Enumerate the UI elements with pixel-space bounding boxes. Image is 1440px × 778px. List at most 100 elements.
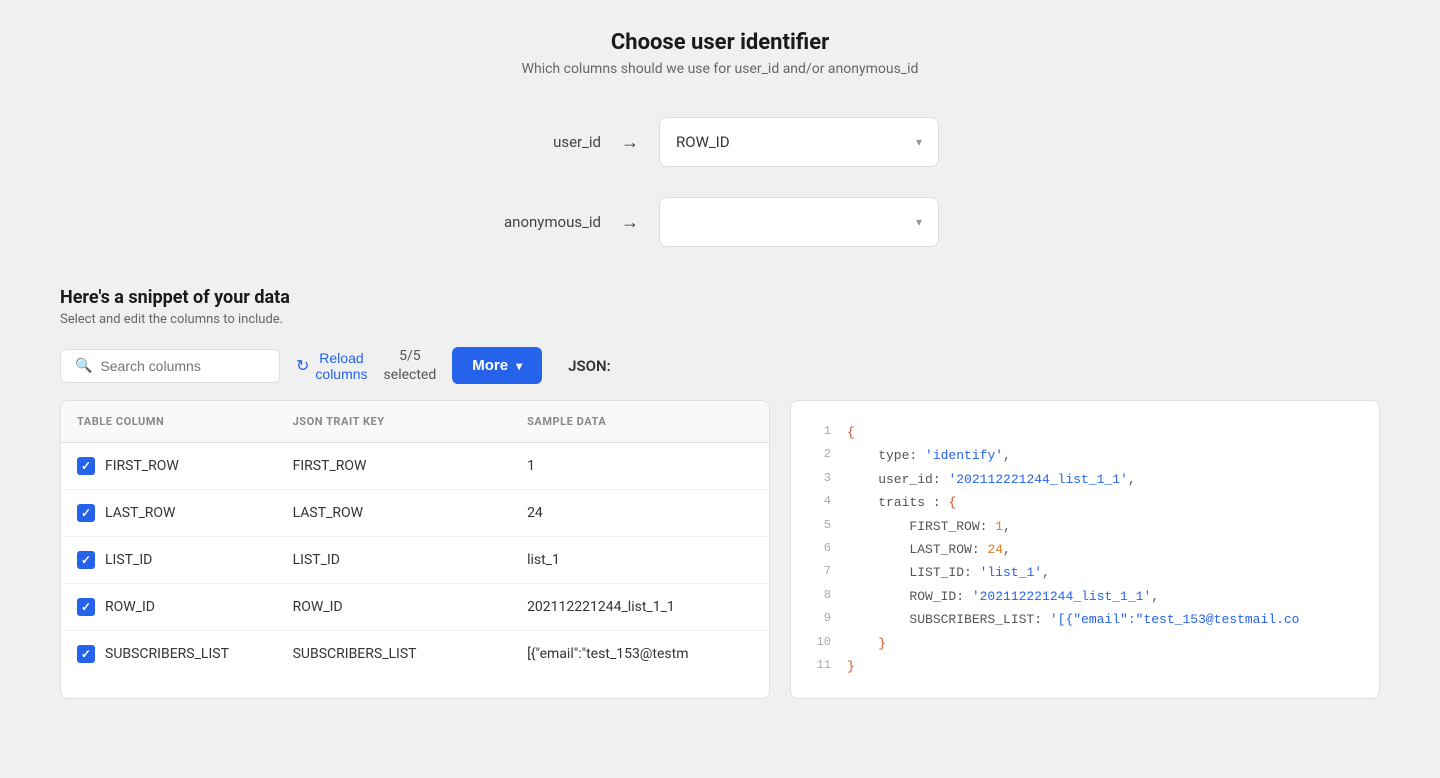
json-line: 9 SUBSCRIBERS_LIST: '[{"email":"test_153… [811,608,1359,631]
user-id-label: user_id [501,133,601,151]
data-table: TABLE COLUMN JSON TRAIT KEY SAMPLE DATA … [61,401,769,677]
line-number: 11 [811,655,831,678]
page: Choose user identifier Which columns sho… [0,0,1440,778]
line-number: 5 [811,515,831,538]
table-cell-sample: 202112221244_list_1_1 [511,584,769,631]
anonymous-id-label: anonymous_id [501,213,601,231]
table-cell-trait: ROW_ID [277,584,511,631]
json-line: 1{ [811,421,1359,444]
page-subtitle: Which columns should we use for user_id … [60,61,1380,77]
json-content: } [847,632,886,655]
table-row: ROW_ID ROW_ID 202112221244_list_1_1 [61,584,769,631]
table-cell-column: LIST_ID [61,537,277,584]
table-header-row: TABLE COLUMN JSON TRAIT KEY SAMPLE DATA [61,401,769,443]
more-label: More [472,357,508,374]
json-content: SUBSCRIBERS_LIST: '[{"email":"test_153@t… [847,608,1299,631]
data-table-container: TABLE COLUMN JSON TRAIT KEY SAMPLE DATA … [60,400,770,699]
json-line: 11} [811,655,1359,678]
table-cell-sample: list_1 [511,537,769,584]
user-id-row: user_id → ROW_ID ▾ [501,117,939,167]
table-cell-sample: 1 [511,443,769,490]
table-cell-column: FIRST_ROW [61,443,277,490]
table-cell-column: SUBSCRIBERS_LIST [61,631,277,678]
table-row: LIST_ID LIST_ID list_1 [61,537,769,584]
anonymous-id-row: anonymous_id → ▾ [501,197,939,247]
reload-label: Reloadcolumns [315,350,367,382]
row-checkbox[interactable] [77,457,95,475]
table-cell-column: ROW_ID [61,584,277,631]
table-cell-trait: SUBSCRIBERS_LIST [277,631,511,678]
col-header-table-column: TABLE COLUMN [61,401,277,443]
search-icon: 🔍 [75,358,92,374]
json-line: 5 FIRST_ROW: 1, [811,515,1359,538]
json-line: 3 user_id: '202112221244_list_1_1', [811,468,1359,491]
json-line: 6 LAST_ROW: 24, [811,538,1359,561]
snippet-section: Here's a snippet of your data Select and… [60,287,1380,699]
column-name: ROW_ID [105,599,155,615]
table-body: FIRST_ROW FIRST_ROW 1 LAST_ROW LAST_ROW … [61,443,769,678]
reload-columns-button[interactable]: ↻ Reloadcolumns [296,350,368,382]
table-cell-trait: LAST_ROW [277,490,511,537]
json-content: LIST_ID: 'list_1', [847,561,1050,584]
table-cell-sample: 24 [511,490,769,537]
json-content: user_id: '202112221244_list_1_1', [847,468,1136,491]
snippet-subtitle: Select and edit the columns to include. [60,312,1380,327]
snippet-title: Here's a snippet of your data [60,287,1380,308]
column-name: LAST_ROW [105,505,175,521]
line-number: 1 [811,421,831,444]
selected-count: 5/5selected [384,347,437,383]
row-checkbox[interactable] [77,551,95,569]
json-content: { [847,421,855,444]
row-checkbox[interactable] [77,645,95,663]
row-checkbox[interactable] [77,598,95,616]
header: Choose user identifier Which columns sho… [60,30,1380,77]
json-content: } [847,655,855,678]
user-id-arrow: → [621,132,639,153]
table-cell-sample: [{"email":"test_153@testm [511,631,769,678]
row-checkbox[interactable] [77,504,95,522]
reload-icon: ↻ [296,356,309,376]
page-title: Choose user identifier [60,30,1380,55]
user-id-selected-value: ROW_ID [676,133,730,151]
table-row: FIRST_ROW FIRST_ROW 1 [61,443,769,490]
table-row: SUBSCRIBERS_LIST SUBSCRIBERS_LIST [{"ema… [61,631,769,678]
search-input[interactable] [100,358,265,374]
column-name: SUBSCRIBERS_LIST [105,646,229,662]
column-name: FIRST_ROW [105,458,179,474]
line-number: 6 [811,538,831,561]
line-number: 4 [811,491,831,514]
line-number: 7 [811,561,831,584]
table-cell-trait: LIST_ID [277,537,511,584]
anonymous-id-arrow: → [621,212,639,233]
line-number: 10 [811,632,831,655]
json-line: 8 ROW_ID: '202112221244_list_1_1', [811,585,1359,608]
user-id-dropdown[interactable]: ROW_ID ▾ [659,117,939,167]
line-number: 9 [811,608,831,631]
json-lines: 1{2 type: 'identify',3 user_id: '2021122… [811,421,1359,678]
json-line: 10 } [811,632,1359,655]
column-name: LIST_ID [105,552,152,568]
chevron-down-icon-2: ▾ [916,215,922,229]
table-cell-trait: FIRST_ROW [277,443,511,490]
json-line: 2 type: 'identify', [811,444,1359,467]
identifier-section: user_id → ROW_ID ▾ anonymous_id → ▾ [60,117,1380,247]
col-header-sample-data: SAMPLE DATA [511,401,769,443]
json-line: 7 LIST_ID: 'list_1', [811,561,1359,584]
search-input-wrap[interactable]: 🔍 [60,349,280,383]
anonymous-id-dropdown[interactable]: ▾ [659,197,939,247]
col-header-json-trait: JSON TRAIT KEY [277,401,511,443]
line-number: 2 [811,444,831,467]
table-head: TABLE COLUMN JSON TRAIT KEY SAMPLE DATA [61,401,769,443]
table-cell-column: LAST_ROW [61,490,277,537]
json-content: LAST_ROW: 24, [847,538,1011,561]
toolbar: 🔍 ↻ Reloadcolumns 5/5selected More ▾ JSO… [60,347,1380,384]
table-row: LAST_ROW LAST_ROW 24 [61,490,769,537]
line-number: 8 [811,585,831,608]
main-content: TABLE COLUMN JSON TRAIT KEY SAMPLE DATA … [60,400,1380,699]
json-content: type: 'identify', [847,444,1011,467]
chevron-down-icon: ▾ [916,135,922,149]
dropdown-arrow-icon: ▾ [516,359,522,373]
json-content: ROW_ID: '202112221244_list_1_1', [847,585,1159,608]
json-content: FIRST_ROW: 1, [847,515,1011,538]
more-button[interactable]: More ▾ [452,347,542,384]
